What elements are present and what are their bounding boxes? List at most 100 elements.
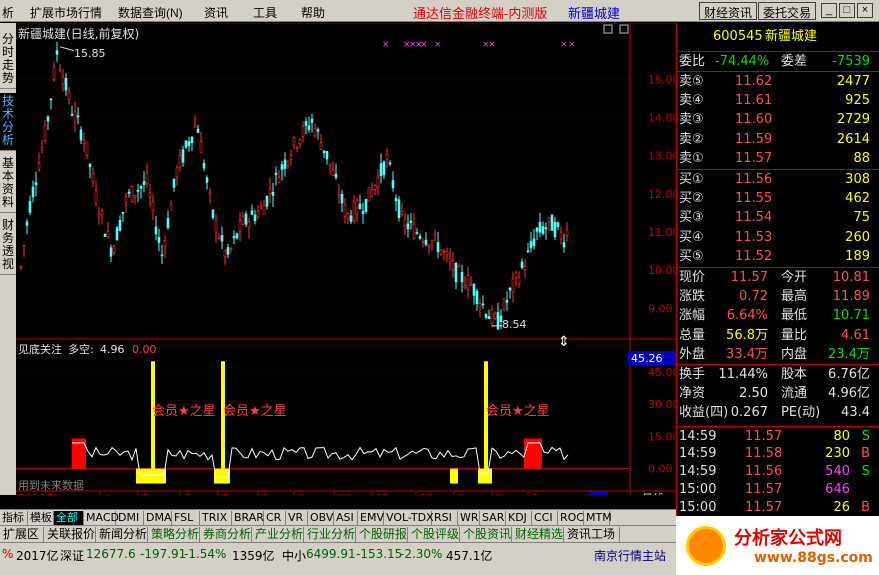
indicator-tab-wr[interactable]: WR bbox=[458, 511, 480, 525]
buy-price: 11.55 bbox=[735, 190, 773, 206]
candle-body bbox=[406, 223, 410, 230]
close-icon[interactable]: × bbox=[857, 3, 873, 18]
chart-area[interactable]: 15.0014.0013.0012.0011.0010.009.00 ×××××… bbox=[16, 23, 676, 495]
buy-volume: 308 bbox=[845, 172, 870, 187]
indicator-tab-指标[interactable]: 指标 bbox=[0, 511, 28, 525]
tick-side: B bbox=[861, 446, 870, 461]
sell-price: 11.60 bbox=[735, 112, 773, 127]
candle-body bbox=[517, 277, 521, 285]
candle-body bbox=[214, 220, 218, 233]
candle-body bbox=[241, 216, 245, 225]
candle-body bbox=[235, 233, 239, 239]
menu-item-market[interactable]: 扩展市场行情 bbox=[30, 4, 102, 21]
function-tab[interactable]: 关联报价 bbox=[44, 527, 96, 542]
indicator-value: 4.96 bbox=[100, 343, 125, 356]
trade-button[interactable]: 委托交易 bbox=[758, 2, 817, 20]
function-tab[interactable]: 资讯工场 bbox=[564, 527, 620, 542]
tab-technical[interactable]: 技术分析 bbox=[0, 93, 16, 151]
sell-row: 卖③ 11.60 2729 bbox=[677, 110, 879, 129]
candle-body bbox=[313, 127, 317, 136]
function-tab[interactable]: 个股评级 bbox=[408, 527, 460, 542]
menu-item-0[interactable]: 析 bbox=[2, 4, 14, 21]
price-tick-label: 14.00 bbox=[648, 111, 676, 124]
indicator-tab-全部[interactable]: 全部 bbox=[54, 511, 84, 525]
stat-value: 4.61 bbox=[841, 327, 870, 343]
sell-label: 卖① bbox=[679, 151, 704, 166]
indicator-tab-cci[interactable]: CCI bbox=[532, 511, 558, 525]
maximize-icon[interactable]: □ bbox=[839, 3, 855, 18]
stat-label: 总量 bbox=[679, 327, 706, 343]
function-tab[interactable]: 个股资讯 bbox=[460, 527, 512, 542]
candle-body bbox=[511, 278, 515, 292]
candle-body bbox=[52, 66, 56, 80]
candle-body bbox=[259, 206, 263, 209]
function-tab[interactable]: 策略分析 bbox=[148, 527, 200, 542]
candle-body bbox=[160, 254, 164, 257]
indicator-tab-dma[interactable]: DMA bbox=[144, 511, 172, 525]
indicator-tab-macd[interactable]: MACD bbox=[84, 511, 119, 525]
candle-body bbox=[433, 233, 437, 237]
finance-news-button[interactable]: 财经资讯 bbox=[699, 2, 758, 20]
candle-body bbox=[457, 265, 461, 268]
minimize-icon[interactable]: _ bbox=[821, 3, 837, 18]
tab-basic-info[interactable]: 基本资料 bbox=[0, 155, 16, 213]
stat-label: 涨幅 bbox=[679, 308, 706, 323]
function-tab[interactable]: 财经精选 bbox=[512, 527, 564, 542]
indicator-tab-trix[interactable]: TRIX bbox=[200, 511, 232, 525]
period-label[interactable]: 日线 bbox=[642, 491, 664, 495]
indicator-tab-asi[interactable]: ASI bbox=[334, 511, 358, 525]
menu-item-news[interactable]: 资讯 bbox=[204, 4, 228, 21]
candle-body bbox=[70, 114, 74, 116]
function-tab[interactable]: 新闻分析 bbox=[96, 527, 148, 542]
candle-body bbox=[394, 197, 398, 202]
tab-intraday[interactable]: 分时走势 bbox=[0, 31, 16, 89]
kline-chart[interactable]: 15.0014.0013.0012.0011.0010.009.00 ×××××… bbox=[16, 23, 676, 495]
stat-value: 0.72 bbox=[739, 288, 768, 304]
tick-side: S bbox=[861, 464, 870, 479]
indicator-tab-cr[interactable]: CR bbox=[264, 511, 286, 525]
indicator-tab-brar[interactable]: BRAR bbox=[232, 511, 264, 525]
candle-body bbox=[148, 192, 152, 198]
scroll-button[interactable] bbox=[590, 492, 608, 495]
function-tab[interactable]: 券商分析 bbox=[200, 527, 252, 542]
indicator-tab-vol-tdx[interactable]: VOL-TDX bbox=[384, 511, 434, 525]
indicator-name: 见底关注 bbox=[18, 342, 62, 356]
candle-body bbox=[25, 221, 29, 226]
indicator-tab-fsl[interactable]: FSL bbox=[172, 511, 200, 525]
function-tab[interactable]: 行业分析 bbox=[304, 527, 356, 542]
x-month-label: 5 bbox=[142, 492, 149, 495]
indicator-tab-vr[interactable]: VR bbox=[286, 511, 308, 525]
stat-row: 净资 2.50 流通 4.96亿 bbox=[677, 384, 879, 403]
logo-emblem-icon bbox=[686, 526, 726, 566]
server-status[interactable]: 南京行情主站 bbox=[594, 547, 666, 564]
chart-header: 新疆城建(日线,前复权) bbox=[18, 26, 139, 41]
indicator-tab-dmi[interactable]: DMI bbox=[116, 511, 144, 525]
candle-body bbox=[34, 182, 38, 186]
function-tab[interactable]: 扩展区 bbox=[0, 527, 44, 542]
tab-financial[interactable]: 财务透视 bbox=[0, 217, 16, 275]
candle-body bbox=[325, 151, 329, 160]
indicator-tab-emv[interactable]: EMV bbox=[358, 511, 384, 525]
panel-expand-icon[interactable] bbox=[603, 24, 613, 34]
indicator-tab-obv[interactable]: OBV bbox=[308, 511, 334, 525]
indicator-tab-mtm[interactable]: MTM bbox=[584, 511, 612, 525]
logo-text: 分析家公式网 bbox=[734, 528, 842, 549]
indicator-tab-rsi[interactable]: RSI bbox=[432, 511, 458, 525]
candle-body bbox=[565, 229, 569, 236]
candle-body bbox=[190, 136, 194, 143]
x-month-label: 11 bbox=[376, 492, 390, 495]
indicator-tab-roc[interactable]: ROC bbox=[558, 511, 584, 525]
candle-body bbox=[112, 246, 116, 253]
menu-item-tools[interactable]: 工具 bbox=[253, 4, 277, 21]
stat-value: 56.8万 bbox=[726, 327, 768, 343]
menu-item-help[interactable]: 帮助 bbox=[301, 4, 325, 21]
sme-amount: 457.1亿 bbox=[446, 549, 493, 563]
function-tab[interactable]: 个股研报 bbox=[356, 527, 408, 542]
indicator-tab-kdj[interactable]: KDJ bbox=[506, 511, 532, 525]
menu-item-data-query[interactable]: 数据查询(N) bbox=[118, 4, 183, 21]
indicator-tab-模板[interactable]: 模板 bbox=[28, 511, 54, 525]
panel-close-icon[interactable] bbox=[619, 24, 629, 34]
indicator-tab-sar[interactable]: SAR bbox=[480, 511, 506, 525]
function-tab[interactable]: 产业分析 bbox=[252, 527, 304, 542]
candle-body bbox=[415, 232, 419, 234]
